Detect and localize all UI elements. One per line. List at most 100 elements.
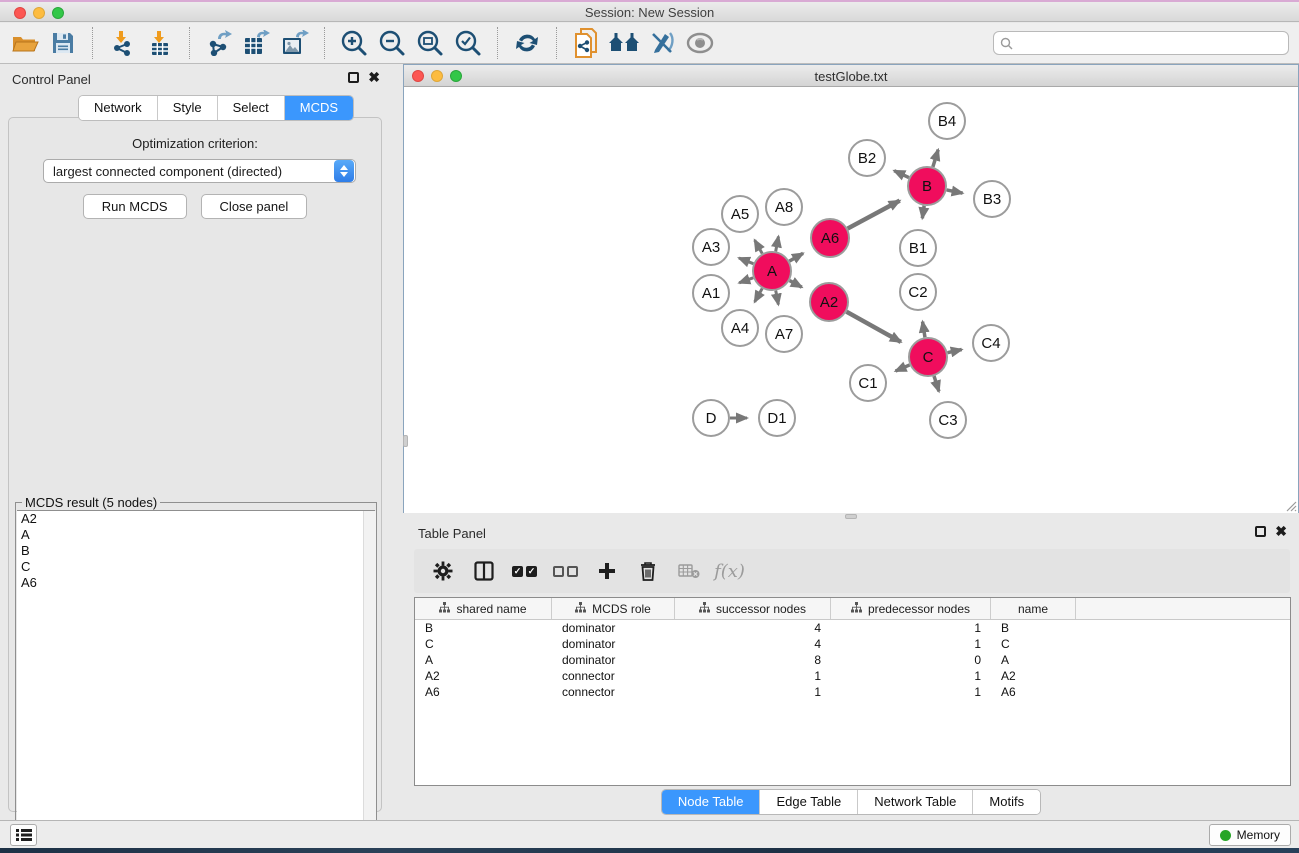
run-mcds-button[interactable]: Run MCDS: [83, 194, 187, 219]
import-table-icon[interactable]: [141, 26, 179, 60]
add-column-icon[interactable]: [588, 553, 625, 589]
network-canvas[interactable]: B4B2BB3B1A5A8A6A3AA1A4A7A2C2C4CC1C3DD1: [404, 87, 1298, 513]
cell-MCDS-role[interactable]: dominator: [552, 621, 675, 635]
graph-node-D1[interactable]: D1: [759, 400, 795, 436]
graph-node-B[interactable]: B: [908, 167, 946, 205]
graph-node-A5[interactable]: A5: [722, 196, 758, 232]
edge-A2-C[interactable]: [846, 312, 900, 342]
split-view-icon[interactable]: [465, 553, 502, 589]
column-header-MCDS-role[interactable]: MCDS role: [552, 598, 675, 619]
cell-predecessor-nodes[interactable]: 1: [831, 685, 991, 699]
edge-A-A2[interactable]: [790, 281, 802, 288]
edge-A-A3[interactable]: [739, 258, 753, 264]
hide-annotations-icon[interactable]: [643, 26, 681, 60]
result-scrollbar[interactable]: [363, 511, 376, 843]
delete-column-icon[interactable]: [629, 553, 666, 589]
graph-node-B3[interactable]: B3: [974, 181, 1010, 217]
edge-C-C1[interactable]: [896, 365, 910, 371]
cell-predecessor-nodes[interactable]: 1: [831, 637, 991, 651]
export-network-icon[interactable]: [200, 26, 238, 60]
select-all-icon[interactable]: ✓✓: [506, 553, 543, 589]
cell-MCDS-role[interactable]: connector: [552, 669, 675, 683]
graph-node-C1[interactable]: C1: [850, 365, 886, 401]
cell-shared-name[interactable]: A2: [415, 669, 552, 683]
tab-mcds[interactable]: MCDS: [285, 96, 353, 120]
graph-node-D[interactable]: D: [693, 400, 729, 436]
column-header-shared-name[interactable]: shared name: [415, 598, 552, 619]
cell-successor-nodes[interactable]: 4: [675, 621, 831, 635]
tab-style[interactable]: Style: [158, 96, 218, 120]
graph-node-A2[interactable]: A2: [810, 283, 848, 321]
cell-shared-name[interactable]: C: [415, 637, 552, 651]
graph-node-A6[interactable]: A6: [811, 219, 849, 257]
close-panel-button[interactable]: Close panel: [201, 194, 308, 219]
column-header-name[interactable]: name: [991, 598, 1076, 619]
export-table-icon[interactable]: [238, 26, 276, 60]
cell-shared-name[interactable]: A: [415, 653, 552, 667]
cell-successor-nodes[interactable]: 1: [675, 685, 831, 699]
resize-grip-icon[interactable]: [1284, 499, 1297, 512]
show-graphics-details-icon[interactable]: [681, 26, 719, 60]
graph-node-B2[interactable]: B2: [849, 140, 885, 176]
table-row[interactable]: Adominator80A: [415, 652, 1290, 668]
graph-node-C4[interactable]: C4: [973, 325, 1009, 361]
memory-button[interactable]: Memory: [1209, 824, 1291, 846]
graph-node-A1[interactable]: A1: [693, 275, 729, 311]
float-table-panel-icon[interactable]: [1255, 526, 1266, 537]
deselect-all-icon[interactable]: [547, 553, 584, 589]
tab-network[interactable]: Network: [79, 96, 158, 120]
edge-B-B1[interactable]: [922, 206, 924, 219]
edge-A-A1[interactable]: [739, 278, 753, 283]
import-network-icon[interactable]: [103, 26, 141, 60]
edge-C-C3[interactable]: [934, 376, 939, 391]
cell-successor-nodes[interactable]: 1: [675, 669, 831, 683]
task-history-button[interactable]: [10, 824, 37, 846]
network-window-titlebar[interactable]: testGlobe.txt: [404, 65, 1298, 87]
column-header-predecessor-nodes[interactable]: predecessor nodes: [831, 598, 991, 619]
cell-name[interactable]: A2: [991, 669, 1076, 683]
cell-name[interactable]: B: [991, 621, 1076, 635]
cell-name[interactable]: C: [991, 637, 1076, 651]
edge-B-B4[interactable]: [933, 150, 938, 167]
graph-node-A[interactable]: A: [753, 252, 791, 290]
graph-node-A8[interactable]: A8: [766, 189, 802, 225]
cell-predecessor-nodes[interactable]: 1: [831, 621, 991, 635]
result-list-item[interactable]: C: [17, 559, 375, 575]
edge-A-A7[interactable]: [776, 291, 779, 305]
zoom-selected-icon[interactable]: [449, 26, 487, 60]
close-table-panel-icon[interactable]: ✖: [1275, 526, 1287, 537]
tab-node-table[interactable]: Node Table: [662, 790, 761, 814]
panel-splitter-handle[interactable]: [403, 435, 408, 447]
cell-MCDS-role[interactable]: dominator: [552, 653, 675, 667]
zoom-out-icon[interactable]: [373, 26, 411, 60]
tab-select[interactable]: Select: [218, 96, 285, 120]
graph-node-C2[interactable]: C2: [900, 274, 936, 310]
zoom-fit-icon[interactable]: [411, 26, 449, 60]
edge-A-A8[interactable]: [776, 236, 779, 251]
search-input[interactable]: [1018, 36, 1282, 50]
edge-C-C4[interactable]: [948, 350, 962, 353]
edge-B-B2[interactable]: [894, 171, 909, 178]
table-row[interactable]: Bdominator41B: [415, 620, 1290, 636]
cell-shared-name[interactable]: A6: [415, 685, 552, 699]
tab-edge-table[interactable]: Edge Table: [760, 790, 858, 814]
cell-predecessor-nodes[interactable]: 1: [831, 669, 991, 683]
result-list-item[interactable]: A6: [17, 575, 375, 591]
graph-node-B1[interactable]: B1: [900, 230, 936, 266]
edge-A-A4[interactable]: [755, 288, 763, 301]
gear-icon[interactable]: [424, 553, 461, 589]
refresh-icon[interactable]: [508, 26, 546, 60]
edge-B-B3[interactable]: [947, 190, 963, 193]
new-network-from-selection-icon[interactable]: [567, 26, 605, 60]
table-row[interactable]: A6connector11A6: [415, 684, 1290, 700]
graph-node-C3[interactable]: C3: [930, 402, 966, 438]
cell-successor-nodes[interactable]: 8: [675, 653, 831, 667]
cell-MCDS-role[interactable]: connector: [552, 685, 675, 699]
export-image-icon[interactable]: [276, 26, 314, 60]
tab-network-table[interactable]: Network Table: [858, 790, 973, 814]
graph-node-C[interactable]: C: [909, 338, 947, 376]
float-panel-icon[interactable]: [348, 72, 359, 83]
network-graph[interactable]: B4B2BB3B1A5A8A6A3AA1A4A7A2C2C4CC1C3DD1: [404, 87, 1298, 513]
save-icon[interactable]: [44, 26, 82, 60]
cell-predecessor-nodes[interactable]: 0: [831, 653, 991, 667]
